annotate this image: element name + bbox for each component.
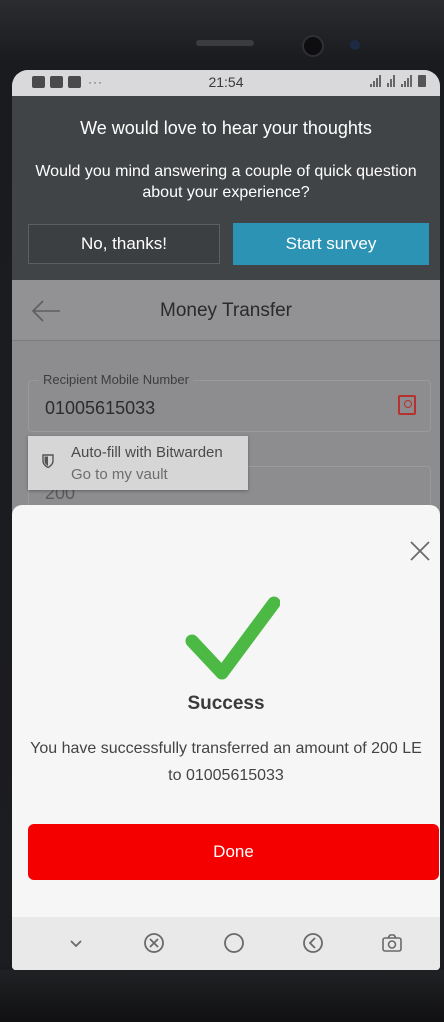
camera-icon[interactable] (380, 931, 404, 955)
success-bottom-sheet: Success You have successfully transferre… (12, 505, 440, 970)
success-title: Success (187, 693, 265, 714)
no-thanks-button[interactable]: No, thanks! (28, 224, 220, 264)
phone-device: ··· 21:54 We would love to hear your tho… (0, 0, 444, 1022)
recipient-mobile-label: Recipient Mobile Number (39, 372, 193, 387)
start-survey-button[interactable]: Start survey (233, 223, 429, 265)
app-bar: Money Transfer (12, 280, 440, 341)
recipient-mobile-field[interactable]: Recipient Mobile Number 01005615033 (28, 372, 431, 432)
proximity-sensor (350, 40, 360, 50)
shield-icon (42, 454, 54, 468)
checkmark-icon (185, 596, 280, 680)
page-title: Money Transfer (160, 300, 292, 321)
done-button[interactable]: Done (28, 824, 439, 880)
recipient-mobile-value: 01005615033 (45, 398, 156, 418)
signal-2-icon (401, 75, 412, 87)
close-icon[interactable] (408, 539, 432, 563)
system-icons (370, 75, 426, 87)
survey-question: Would you mind answering a couple of qui… (35, 163, 417, 201)
chevron-down-icon[interactable] (64, 931, 88, 955)
phone-bottom-bezel (0, 970, 444, 1022)
close-circle-icon[interactable] (142, 931, 166, 955)
autofill-title: Auto-fill with Bitwarden (71, 444, 223, 461)
home-circle-icon[interactable] (222, 931, 246, 955)
system-navigation-bar (12, 917, 440, 970)
data-signal-icon (387, 75, 395, 87)
signal-icon (370, 75, 381, 87)
autofill-subtitle: Go to my vault (71, 466, 168, 483)
front-camera (302, 35, 324, 57)
phone-top-bezel (0, 0, 444, 70)
contact-book-icon[interactable] (398, 395, 416, 415)
battery-icon (418, 75, 426, 87)
bitwarden-autofill-popup[interactable]: Auto-fill with Bitwarden Go to my vault (28, 436, 248, 490)
status-bar: ··· 21:54 (12, 70, 440, 96)
phone-screen: ··· 21:54 We would love to hear your tho… (12, 70, 440, 970)
earpiece-speaker (196, 40, 254, 46)
survey-title: We would love to hear your thoughts (80, 118, 372, 138)
back-circle-icon[interactable] (301, 931, 325, 955)
survey-banner: We would love to hear your thoughts Woul… (12, 96, 440, 280)
success-message: You have successfully transferred an amo… (30, 740, 422, 784)
